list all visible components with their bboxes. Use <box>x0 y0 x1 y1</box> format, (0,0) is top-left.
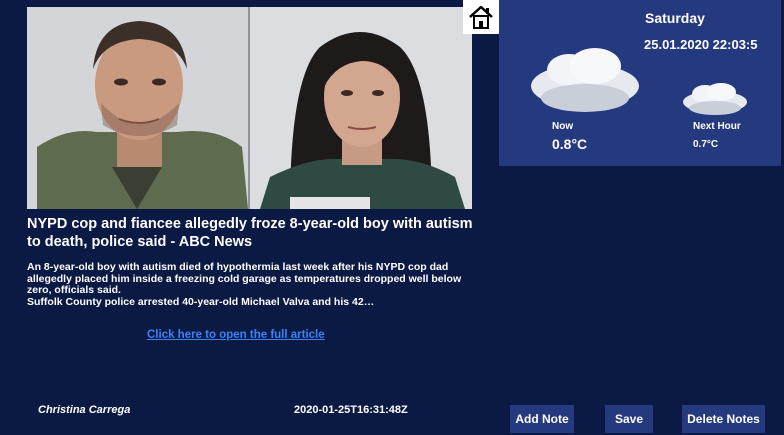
next-hour-label: Next Hour <box>693 121 741 132</box>
cloud-icon <box>683 83 747 115</box>
save-button[interactable]: Save <box>605 405 653 433</box>
article-summary: An 8-year-old boy with autism died of hy… <box>27 261 472 308</box>
next-hour-temperature: 0.7°C <box>693 139 719 150</box>
home-button[interactable] <box>463 0 499 34</box>
add-note-button[interactable]: Add Note <box>510 405 574 433</box>
weather-datetime: 25.01.2020 22:03:5 <box>644 37 758 52</box>
article-image <box>27 7 472 209</box>
open-article-link[interactable]: Click here to open the full article <box>147 329 325 341</box>
summary-paragraph: An 8-year-old boy with autism died of hy… <box>27 261 462 296</box>
weather-day: Saturday <box>645 10 705 26</box>
article-author: Christina Carrega <box>38 404 131 416</box>
home-icon <box>469 5 493 29</box>
cloud-icon <box>531 48 639 112</box>
delete-notes-button[interactable]: Delete Notes <box>682 405 765 433</box>
summary-continuation: Suffolk County police arrested 40-year-o… <box>27 295 375 308</box>
now-temperature: 0.8°C <box>552 136 588 152</box>
mugshot-man <box>27 7 248 209</box>
mugshot-woman <box>250 7 472 209</box>
now-label: Now <box>552 121 574 132</box>
article-timestamp: 2020-01-25T16:31:48Z <box>294 404 408 416</box>
weather-widget: Saturday 25.01.2020 22:03:5 Now 0.8°C Ne… <box>499 0 781 166</box>
article-headline: NYPD cop and fiancee allegedly froze 8-y… <box>27 216 473 250</box>
